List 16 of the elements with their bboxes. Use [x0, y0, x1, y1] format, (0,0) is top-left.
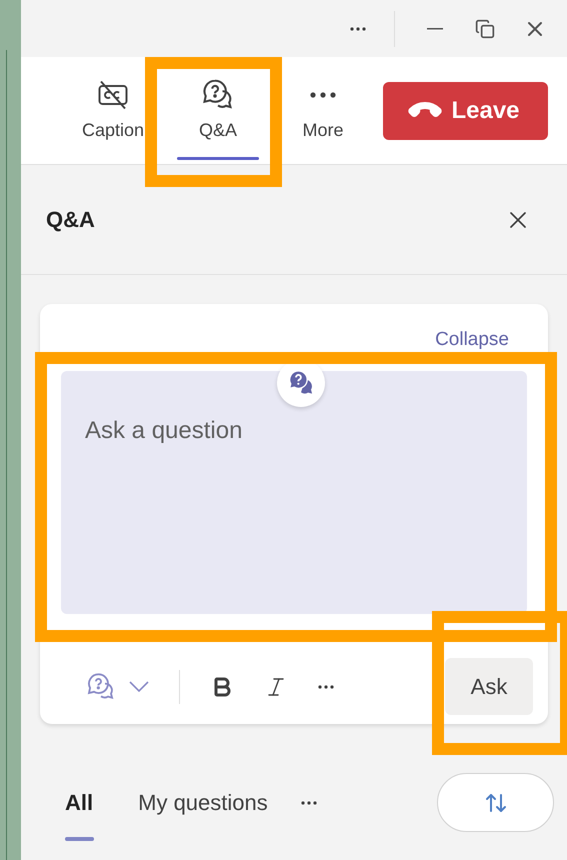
- more-tabs-button[interactable]: [300, 800, 317, 804]
- more-icon: [318, 684, 334, 688]
- more-icon: [350, 26, 366, 30]
- more-options-button[interactable]: [318, 684, 334, 688]
- panel-title: Q&A: [46, 206, 95, 234]
- question-field[interactable]: Ask a question: [61, 370, 527, 614]
- minimize-icon: [427, 28, 443, 30]
- collapse-link[interactable]: Collapse: [435, 326, 509, 354]
- restore-icon: [475, 18, 495, 38]
- more-icon: [300, 800, 317, 804]
- chevron-down-icon: [129, 681, 149, 692]
- filter-tab[interactable]: My questions: [138, 764, 268, 841]
- leave-button[interactable]: Leave: [383, 82, 548, 140]
- filter-tab[interactable]: All: [65, 764, 94, 841]
- more-icon: [310, 92, 336, 98]
- ask-button[interactable]: Ask: [445, 658, 533, 715]
